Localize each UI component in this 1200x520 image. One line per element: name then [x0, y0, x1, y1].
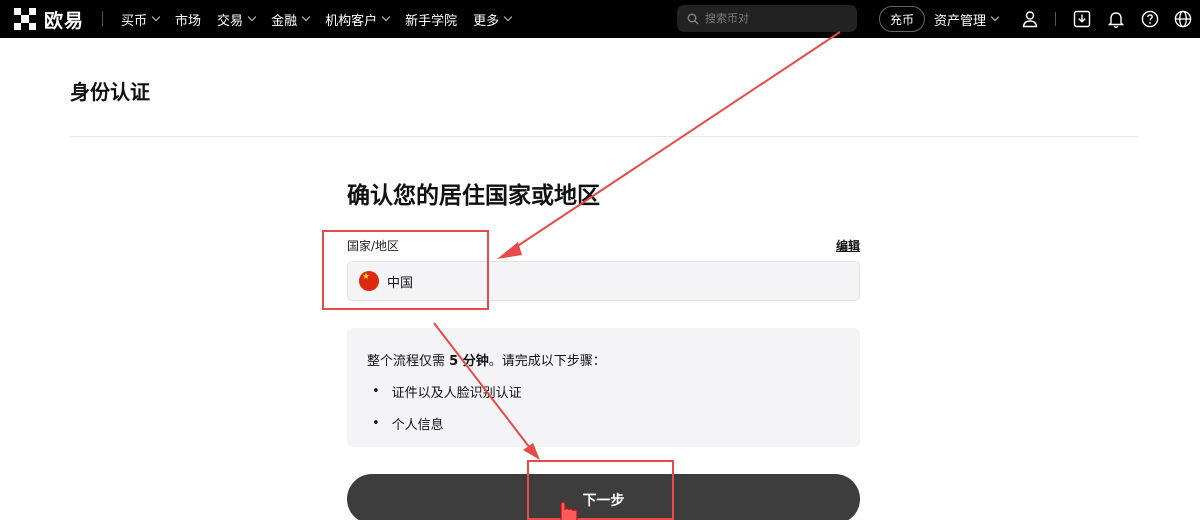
annotation-arrowhead	[523, 443, 540, 460]
annotation-arrow	[433, 322, 531, 449]
annotation-arrows	[433, 31, 841, 460]
hand-cursor-icon	[560, 501, 578, 520]
annotation-arrowhead	[497, 242, 522, 259]
annotation-arrow	[509, 31, 841, 252]
